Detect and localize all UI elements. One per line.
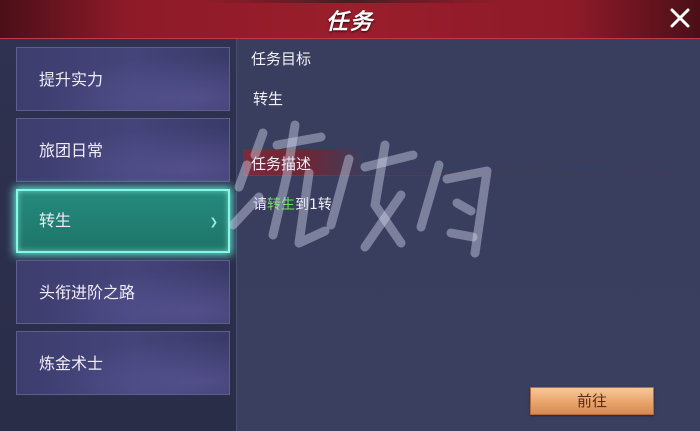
header-bar: 任务 (0, 0, 700, 39)
tab-label: 转生 (39, 211, 72, 230)
chevron-right-icon: ❯ (209, 217, 218, 228)
description-suffix: 到1转 (295, 197, 332, 213)
tab-label: 炼金术士 (39, 354, 104, 373)
close-icon (670, 8, 690, 28)
tab-title-advancement[interactable]: 头衔进阶之路 (16, 260, 230, 324)
tab-label: 旅团日常 (39, 141, 104, 160)
description-divider (243, 175, 700, 176)
header-decoration (200, 0, 500, 3)
description-text: 请转生到1转 (253, 194, 332, 214)
close-button[interactable] (668, 6, 692, 30)
goal-label: 任务目标 (251, 50, 312, 68)
tab-improve-strength[interactable]: 提升实力 (16, 47, 230, 111)
description-label: 任务描述 (251, 155, 312, 173)
tab-guild-daily[interactable]: 旅团日常 (16, 118, 230, 182)
description-highlight: 转生 (267, 197, 295, 213)
page-title: 任务 (325, 10, 374, 35)
task-detail-panel: 任务目标 转生 任务描述 请转生到1转 前往 (237, 39, 700, 431)
tab-label: 提升实力 (39, 70, 104, 89)
goal-value: 转生 (253, 90, 284, 108)
goto-button[interactable]: 前往 (530, 387, 654, 415)
tab-rebirth[interactable]: 转生 ❯ (16, 189, 230, 253)
task-category-list: 提升实力 旅团日常 转生 ❯ 头衔进阶之路 炼金术士 (0, 39, 237, 431)
description-prefix: 请 (253, 197, 267, 213)
tab-alchemist[interactable]: 炼金术士 (16, 331, 230, 395)
tab-label: 头衔进阶之路 (39, 283, 136, 302)
